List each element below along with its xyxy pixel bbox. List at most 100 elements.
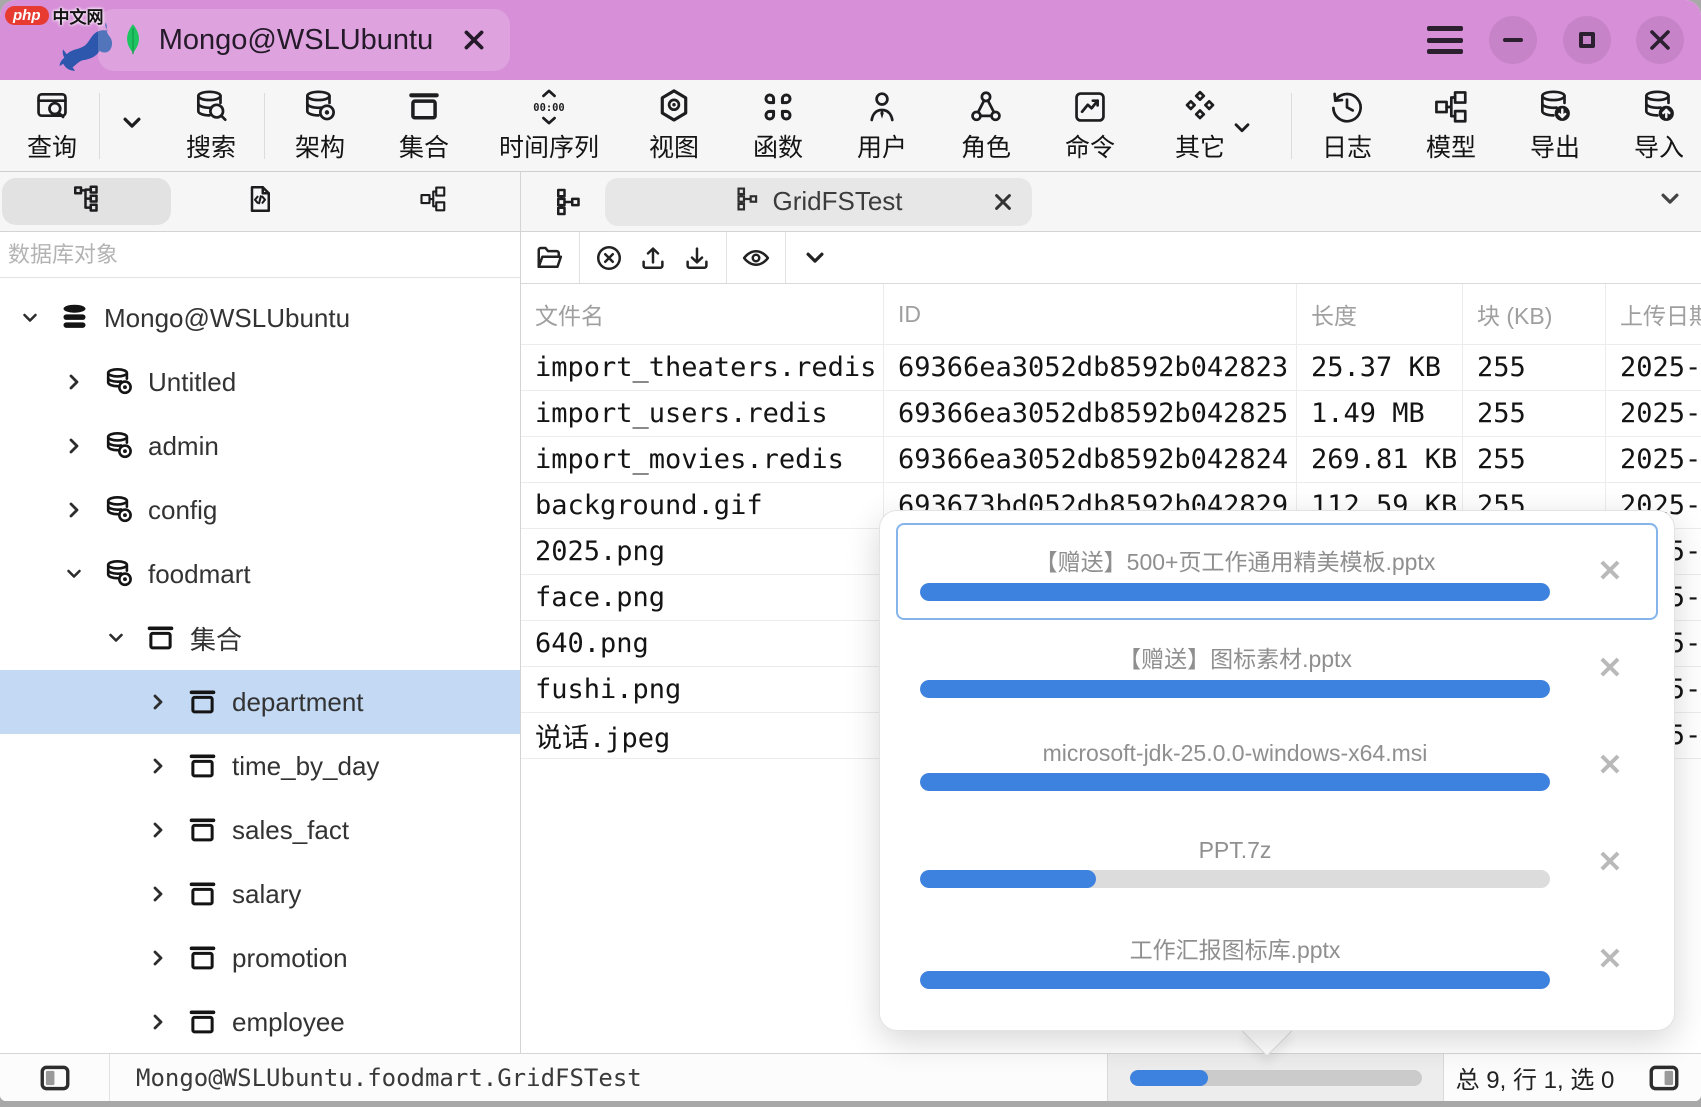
- toolbar-button-时间序列[interactable]: 00:00时间序列: [476, 80, 622, 171]
- tab-gridfstest[interactable]: GridFSTest: [605, 178, 1032, 226]
- tree-item-admin[interactable]: admin: [0, 414, 520, 478]
- connection-tab[interactable]: Mongo@WSLUbuntu: [98, 9, 510, 71]
- toolbar-button-模型[interactable]: 模型: [1399, 80, 1503, 171]
- chevron-right-icon[interactable]: [146, 690, 172, 714]
- sidebar-tab-model[interactable]: [349, 178, 518, 225]
- sidebar-tab-script[interactable]: [175, 178, 344, 225]
- chevron-right-icon[interactable]: [146, 1010, 172, 1034]
- toolbar-button-搜索[interactable]: 搜索: [161, 80, 261, 171]
- toolbar-button-label: 架构: [295, 128, 345, 164]
- tree-item-time_by_day[interactable]: time_by_day: [0, 734, 520, 798]
- tree-item-config[interactable]: config: [0, 478, 520, 542]
- chevron-down-icon[interactable]: [18, 306, 44, 330]
- upload-item-close-icon[interactable]: ✕: [1588, 751, 1632, 781]
- toolbar-button-日志[interactable]: 日志: [1295, 80, 1399, 171]
- toolbar-button-查询[interactable]: 查询: [8, 80, 96, 171]
- tree-item-foodmart[interactable]: foodmart: [0, 542, 520, 606]
- table-row[interactable]: import_movies.redis69366ea3052db8592b042…: [521, 437, 1701, 483]
- tab-close-icon[interactable]: [461, 27, 487, 53]
- tree-item-Untitled[interactable]: Untitled: [0, 350, 520, 414]
- chevron-right-icon[interactable]: [62, 370, 88, 394]
- toolbar-button-label: 其它: [1175, 128, 1225, 164]
- upload-progressbar: [1130, 1070, 1422, 1086]
- eye-button[interactable]: [734, 243, 778, 273]
- upload-button[interactable]: [631, 243, 675, 273]
- upload-item[interactable]: 工作汇报图标库.pptx✕: [896, 911, 1658, 1008]
- chevron-down-button[interactable]: [793, 243, 837, 273]
- chevron-right-icon[interactable]: [62, 434, 88, 458]
- database-tree: Mongo@WSLUbuntuUntitledadminconfigfoodma…: [0, 278, 520, 1053]
- tab-close-icon[interactable]: [992, 191, 1014, 213]
- tree-item-promotion[interactable]: promotion: [0, 926, 520, 990]
- column-header[interactable]: 文件名: [521, 284, 884, 344]
- toolbar-button-label: 模型: [1426, 128, 1476, 164]
- table-row[interactable]: import_theaters.redis69366ea3052db8592b0…: [521, 345, 1701, 391]
- toolbar-separator: [99, 93, 100, 159]
- chevron-right-icon[interactable]: [146, 882, 172, 906]
- toggle-right-panel-button[interactable]: [1626, 1054, 1701, 1101]
- column-header[interactable]: 长度: [1297, 284, 1463, 344]
- toolbar-dropdown-button[interactable]: [103, 80, 161, 171]
- tree-item-employee[interactable]: employee: [0, 990, 520, 1053]
- upload-item[interactable]: 【赠送】500+页工作通用精美模板.pptx✕: [896, 523, 1658, 620]
- toolbar-separator: [264, 93, 265, 159]
- toolbar-button-其它[interactable]: 其它: [1142, 80, 1288, 171]
- tree-item-sales_fact[interactable]: sales_fact: [0, 798, 520, 862]
- upload-item-close-icon[interactable]: ✕: [1588, 945, 1632, 975]
- download-button[interactable]: [675, 243, 719, 273]
- upload-item[interactable]: 【赠送】图标素材.pptx ✕: [896, 620, 1658, 717]
- minimize-button[interactable]: [1489, 16, 1537, 64]
- tree-item-department[interactable]: department: [0, 670, 520, 734]
- sidebar-tabs: [0, 172, 521, 231]
- toolbar-button-用户[interactable]: 用户: [830, 80, 934, 171]
- upload-item-close-icon[interactable]: ✕: [1588, 848, 1632, 878]
- upload-item-close-icon[interactable]: ✕: [1588, 654, 1632, 684]
- table-row[interactable]: import_users.redis69366ea3052db8592b0428…: [521, 391, 1701, 437]
- db-schema-icon: [301, 88, 339, 126]
- toolbar-button-架构[interactable]: 架构: [268, 80, 372, 171]
- tree-item-salary[interactable]: salary: [0, 862, 520, 926]
- open-folder-button[interactable]: [528, 243, 572, 273]
- chevron-right-icon[interactable]: [146, 946, 172, 970]
- collection-icon: [186, 686, 219, 719]
- toolbar-button-导出[interactable]: 导出: [1503, 80, 1607, 171]
- chevron-right-icon[interactable]: [62, 498, 88, 522]
- toolbar-button-函数[interactable]: 函数: [726, 80, 830, 171]
- collection-icon: [186, 750, 219, 783]
- tree-item-集合[interactable]: 集合: [0, 606, 520, 670]
- table-cell: 说话.jpeg: [521, 713, 884, 758]
- table-cell: fushi.png: [521, 667, 884, 712]
- toolbar-button-label: 函数: [753, 128, 803, 164]
- upload-filename: 【赠送】图标素材.pptx: [920, 640, 1550, 674]
- upload-item-progressbar: [920, 680, 1550, 698]
- chevron-down-icon[interactable]: [62, 562, 88, 586]
- toolbar-button-视图[interactable]: 视图: [622, 80, 726, 171]
- column-header[interactable]: 上传日期: [1606, 284, 1701, 344]
- tree-item-Mongo@WSLUbuntu[interactable]: Mongo@WSLUbuntu: [0, 286, 520, 350]
- column-header[interactable]: 块 (KB): [1463, 284, 1606, 344]
- chevron-down-icon[interactable]: [1655, 184, 1685, 219]
- upload-item-close-icon[interactable]: ✕: [1588, 557, 1632, 587]
- table-header-row: 文件名ID长度块 (KB)上传日期: [521, 284, 1701, 345]
- upload-item-progressbar: [920, 773, 1550, 791]
- hamburger-icon[interactable]: [1420, 22, 1470, 58]
- more-icon: [1181, 88, 1219, 126]
- gridfs-toolbar-group: [727, 232, 786, 283]
- chevron-down-icon[interactable]: [104, 626, 130, 650]
- sidebar-tab-tree[interactable]: [2, 178, 171, 225]
- tree-item-label: time_by_day: [232, 751, 379, 782]
- maximize-button[interactable]: [1563, 16, 1611, 64]
- toolbar-button-导入[interactable]: 导入: [1607, 80, 1701, 171]
- toolbar-button-角色[interactable]: 角色: [934, 80, 1038, 171]
- upload-item[interactable]: PPT.7z✕: [896, 814, 1658, 911]
- toggle-left-panel-button[interactable]: [0, 1054, 110, 1101]
- window-close-button[interactable]: [1636, 16, 1684, 64]
- chevron-right-icon[interactable]: [146, 754, 172, 778]
- cancel-button[interactable]: [587, 243, 631, 273]
- upload-item[interactable]: microsoft-jdk-25.0.0-windows-x64.msi✕: [896, 717, 1658, 814]
- column-header[interactable]: ID: [884, 284, 1297, 344]
- table-cell: 640.png: [521, 621, 884, 666]
- chevron-right-icon[interactable]: [146, 818, 172, 842]
- toolbar-button-集合[interactable]: 集合: [372, 80, 476, 171]
- toolbar-button-命令[interactable]: 命令: [1038, 80, 1142, 171]
